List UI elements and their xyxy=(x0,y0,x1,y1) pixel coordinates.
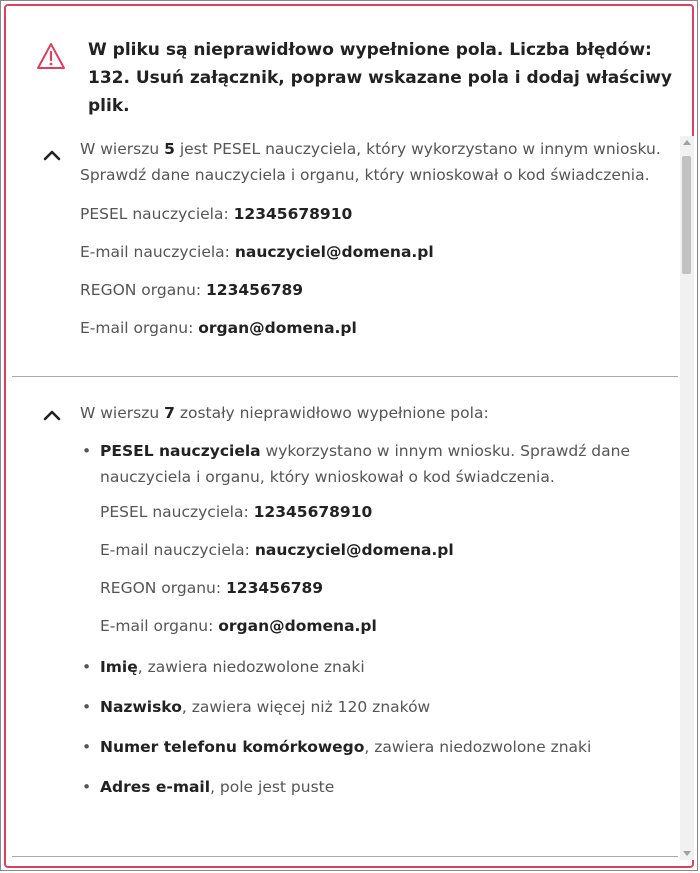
error-section-row-5: W wierszu 5 jest PESEL nauczyciela, któr… xyxy=(6,136,678,340)
section-divider xyxy=(12,856,678,857)
list-item: Adres e-mail, pole jest puste xyxy=(80,774,678,800)
scrollbar-thumb[interactable] xyxy=(682,156,691,274)
field-group: PESEL nauczyciela: 12345678910 E-mail na… xyxy=(80,500,678,638)
scroll-down-arrow-icon[interactable] xyxy=(683,851,691,856)
field-pesel: PESEL nauczyciela: 12345678910 xyxy=(100,503,373,521)
field-teacher-email: E-mail nauczyciela: nauczyciel@domena.pl xyxy=(100,541,454,559)
list-item: Numer telefonu komórkowego, zawiera nied… xyxy=(80,734,678,760)
chevron-up-icon[interactable] xyxy=(42,148,62,162)
field-teacher-email: E-mail nauczyciela: nauczyciel@domena.pl xyxy=(80,243,434,261)
error-header: W pliku są nieprawidłowo wypełnione pola… xyxy=(37,36,672,120)
list-item: Nazwisko, zawiera więcej niż 120 znaków xyxy=(80,694,678,720)
error-section-row-7: W wierszu 7 zostały nieprawidłowo wypełn… xyxy=(6,400,678,800)
warning-triangle-icon xyxy=(37,43,65,69)
list-item: PESEL nauczyciela wykorzystano w innym w… xyxy=(80,438,678,490)
field-regon: REGON organu: 123456789 xyxy=(80,281,304,299)
section-intro: W wierszu 7 zostały nieprawidłowo wypełn… xyxy=(80,404,489,422)
section-intro: W wierszu 5 jest PESEL nauczyciela, któr… xyxy=(80,140,661,184)
field-organ-email: E-mail organu: organ@domena.pl xyxy=(80,319,357,337)
chevron-up-icon[interactable] xyxy=(42,408,62,422)
field-organ-email: E-mail organu: organ@domena.pl xyxy=(100,617,377,635)
list-item: Imię, zawiera niedozwolone znaki xyxy=(80,654,678,680)
error-summary: W pliku są nieprawidłowo wypełnione pola… xyxy=(88,40,672,116)
field-regon: REGON organu: 123456789 xyxy=(100,579,324,597)
section-divider xyxy=(12,376,678,377)
scroll-up-arrow-icon[interactable] xyxy=(683,140,691,145)
error-list[interactable]: W wierszu 5 jest PESEL nauczyciela, któr… xyxy=(6,136,678,862)
vertical-scrollbar[interactable] xyxy=(680,136,694,860)
field-pesel: PESEL nauczyciela: 12345678910 xyxy=(80,205,353,223)
